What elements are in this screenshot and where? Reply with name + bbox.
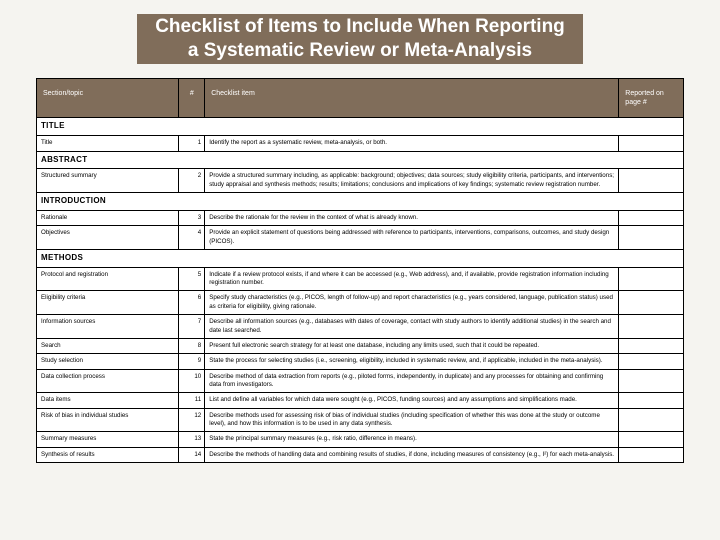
title-line-2: a Systematic Review or Meta-Analysis bbox=[188, 40, 532, 61]
cell-item: Present full electronic search strategy … bbox=[205, 338, 619, 353]
cell-topic: Data items bbox=[37, 393, 179, 408]
cell-num: 14 bbox=[179, 447, 205, 462]
cell-num: 11 bbox=[179, 393, 205, 408]
section-name: TITLE bbox=[37, 118, 684, 136]
section-name: ABSTRACT bbox=[37, 151, 684, 169]
table-row: Risk of bias in individual studies12Desc… bbox=[37, 408, 684, 432]
cell-num: 6 bbox=[179, 291, 205, 315]
cell-reported bbox=[619, 291, 684, 315]
table-row: Data items11List and define all variable… bbox=[37, 393, 684, 408]
header-reported: Reported on page # bbox=[619, 78, 684, 118]
table-row: Structured summary2Provide a structured … bbox=[37, 169, 684, 193]
cell-reported bbox=[619, 267, 684, 291]
cell-num: 5 bbox=[179, 267, 205, 291]
table-row: Protocol and registration5Indicate if a … bbox=[37, 267, 684, 291]
cell-topic: Information sources bbox=[37, 315, 179, 339]
cell-item: State the process for selecting studies … bbox=[205, 354, 619, 369]
title-line-1: Checklist of Items to Include When Repor… bbox=[155, 16, 565, 37]
cell-reported bbox=[619, 369, 684, 393]
cell-item: Describe method of data extraction from … bbox=[205, 369, 619, 393]
cell-reported bbox=[619, 447, 684, 462]
table-row: Summary measures13State the principal su… bbox=[37, 432, 684, 447]
cell-topic: Summary measures bbox=[37, 432, 179, 447]
cell-topic: Study selection bbox=[37, 354, 179, 369]
cell-item: Provide an explicit statement of questio… bbox=[205, 226, 619, 250]
cell-topic: Rationale bbox=[37, 210, 179, 225]
table-row: Search8Present full electronic search st… bbox=[37, 338, 684, 353]
cell-reported bbox=[619, 354, 684, 369]
cell-item: Describe all information sources (e.g., … bbox=[205, 315, 619, 339]
table-row: Information sources7Describe all informa… bbox=[37, 315, 684, 339]
cell-item: Describe the rationale for the review in… bbox=[205, 210, 619, 225]
cell-topic: Data collection process bbox=[37, 369, 179, 393]
cell-topic: Search bbox=[37, 338, 179, 353]
cell-reported bbox=[619, 210, 684, 225]
cell-item: Provide a structured summary including, … bbox=[205, 169, 619, 193]
table-row: Synthesis of results14Describe the metho… bbox=[37, 447, 684, 462]
cell-reported bbox=[619, 226, 684, 250]
cell-num: 2 bbox=[179, 169, 205, 193]
cell-item: Describe the methods of handling data an… bbox=[205, 447, 619, 462]
cell-num: 1 bbox=[179, 136, 205, 151]
checklist-table: Section/topic # Checklist item Reported … bbox=[36, 78, 684, 464]
section-name: METHODS bbox=[37, 249, 684, 267]
cell-item: List and define all variables for which … bbox=[205, 393, 619, 408]
header-section: Section/topic bbox=[37, 78, 179, 118]
cell-item: Describe methods used for assessing risk… bbox=[205, 408, 619, 432]
cell-topic: Title bbox=[37, 136, 179, 151]
table-row: Data collection process10Describe method… bbox=[37, 369, 684, 393]
table-row: Title1Identify the report as a systemati… bbox=[37, 136, 684, 151]
section-header-row: ABSTRACT bbox=[37, 151, 684, 169]
cell-topic: Synthesis of results bbox=[37, 447, 179, 462]
cell-num: 8 bbox=[179, 338, 205, 353]
cell-item: State the principal summary measures (e.… bbox=[205, 432, 619, 447]
cell-num: 12 bbox=[179, 408, 205, 432]
cell-reported bbox=[619, 338, 684, 353]
cell-num: 10 bbox=[179, 369, 205, 393]
section-name: INTRODUCTION bbox=[37, 193, 684, 211]
cell-reported bbox=[619, 169, 684, 193]
cell-reported bbox=[619, 315, 684, 339]
cell-topic: Structured summary bbox=[37, 169, 179, 193]
cell-item: Identify the report as a systematic revi… bbox=[205, 136, 619, 151]
cell-topic: Risk of bias in individual studies bbox=[37, 408, 179, 432]
cell-topic: Objectives bbox=[37, 226, 179, 250]
cell-reported bbox=[619, 408, 684, 432]
table-row: Objectives4Provide an explicit statement… bbox=[37, 226, 684, 250]
page-title: Checklist of Items to Include When Repor… bbox=[36, 14, 684, 64]
header-item: Checklist item bbox=[205, 78, 619, 118]
cell-topic: Protocol and registration bbox=[37, 267, 179, 291]
cell-num: 3 bbox=[179, 210, 205, 225]
cell-num: 9 bbox=[179, 354, 205, 369]
cell-num: 4 bbox=[179, 226, 205, 250]
cell-item: Indicate if a review protocol exists, if… bbox=[205, 267, 619, 291]
table-row: Eligibility criteria6Specify study chara… bbox=[37, 291, 684, 315]
cell-reported bbox=[619, 393, 684, 408]
cell-reported bbox=[619, 136, 684, 151]
cell-topic: Eligibility criteria bbox=[37, 291, 179, 315]
header-num: # bbox=[179, 78, 205, 118]
cell-num: 13 bbox=[179, 432, 205, 447]
cell-reported bbox=[619, 432, 684, 447]
cell-item: Specify study characteristics (e.g., PIC… bbox=[205, 291, 619, 315]
section-header-row: METHODS bbox=[37, 249, 684, 267]
cell-num: 7 bbox=[179, 315, 205, 339]
section-header-row: INTRODUCTION bbox=[37, 193, 684, 211]
section-header-row: TITLE bbox=[37, 118, 684, 136]
table-row: Rationale3Describe the rationale for the… bbox=[37, 210, 684, 225]
table-row: Study selection9State the process for se… bbox=[37, 354, 684, 369]
